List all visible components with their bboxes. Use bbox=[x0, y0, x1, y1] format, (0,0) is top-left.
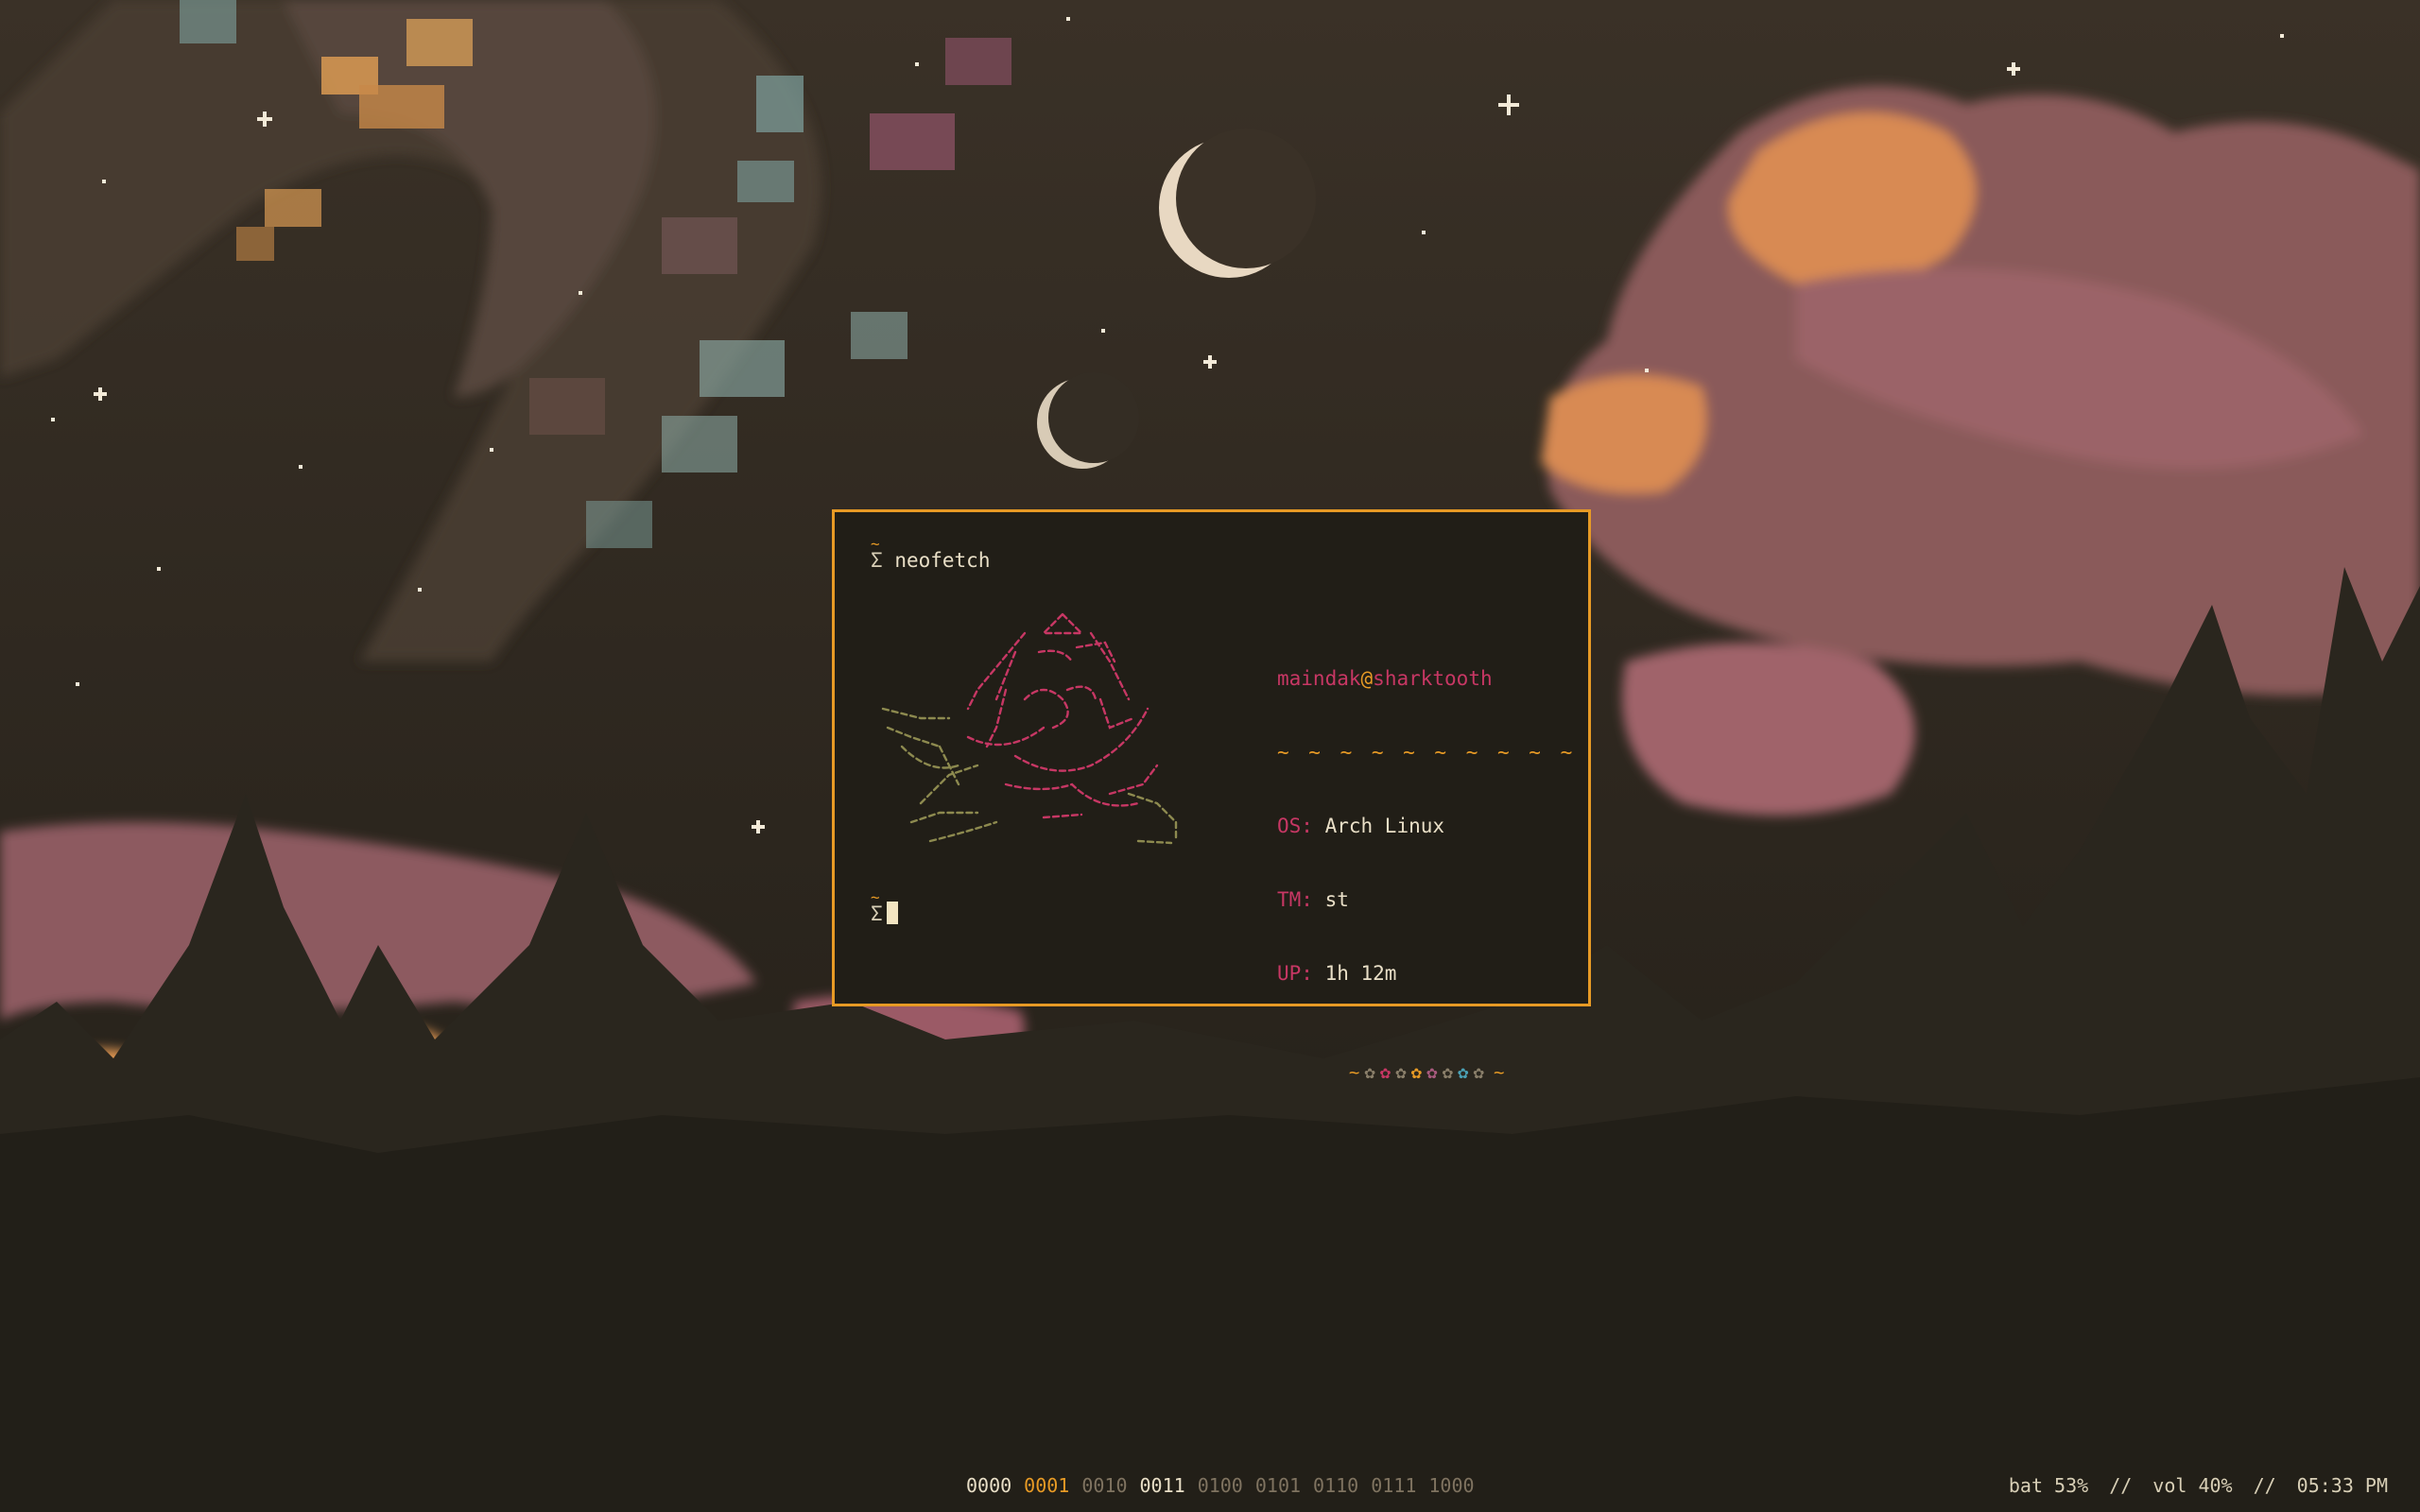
prompt-line[interactable]: Σ bbox=[871, 902, 898, 926]
tm-value: st bbox=[1324, 888, 1349, 911]
command-line: Σ neofetch bbox=[871, 548, 990, 573]
workspace-0011[interactable]: 0011 bbox=[1140, 1474, 1185, 1497]
up-key: UP: bbox=[1277, 962, 1313, 985]
workspace-0111[interactable]: 0111 bbox=[1371, 1474, 1416, 1497]
palette-swatch-8: ✿ bbox=[1473, 1062, 1484, 1083]
status-separator: // bbox=[2253, 1474, 2276, 1497]
os-value: Arch Linux bbox=[1324, 815, 1445, 837]
info-row-os: OS: Arch Linux bbox=[1277, 814, 1576, 838]
workspace-0110[interactable]: 0110 bbox=[1313, 1474, 1358, 1497]
battery-status: bat 53% bbox=[2008, 1474, 2089, 1497]
prompt-symbol: Σ bbox=[871, 549, 883, 572]
rose-petals bbox=[966, 612, 1159, 819]
status-right: bat 53% // vol 40% // 05:33 PM bbox=[2009, 1463, 2388, 1508]
palette-swatch-3: ✿ bbox=[1395, 1062, 1407, 1083]
status-separator: // bbox=[2109, 1474, 2133, 1497]
color-palette: ~ ✿ ✿ ✿ ✿ ✿ ✿ ✿ ✿ ~ bbox=[1277, 1035, 1576, 1109]
workspace-0100[interactable]: 0100 bbox=[1198, 1474, 1243, 1497]
desktop: ~ Σ neofetch ~ Σ maindak@sharktooth ~ ~ … bbox=[0, 0, 2420, 1512]
workspace-0001[interactable]: 0001 bbox=[1024, 1474, 1069, 1497]
username: maindak bbox=[1277, 667, 1361, 690]
palette-swatch-5: ✿ bbox=[1426, 1062, 1438, 1083]
workspace-list: 0000 0001 0010 0011 0100 0101 0110 0111 1000 bbox=[966, 1463, 1487, 1508]
at-sign: @ bbox=[1360, 667, 1374, 690]
palette-swatch-7: ✿ bbox=[1458, 1062, 1469, 1083]
os-key: OS: bbox=[1277, 815, 1313, 837]
tm-key: TM: bbox=[1277, 888, 1313, 911]
status-bar: 0000 0001 0010 0011 0100 0101 0110 0111 1000 bat… bbox=[0, 1463, 2420, 1508]
palette-edge-right: ~ bbox=[1493, 1062, 1505, 1083]
palette-swatch-6: ✿ bbox=[1442, 1062, 1454, 1083]
workspace-1000[interactable]: 1000 bbox=[1428, 1474, 1474, 1497]
prompt-symbol-2: Σ bbox=[871, 902, 883, 925]
info-separator: ~ ~ ~ ~ ~ ~ ~ ~ ~ ~ bbox=[1277, 741, 1577, 764]
palette-swatches: ✿ ✿ ✿ ✿ ✿ ✿ ✿ ✿ bbox=[1364, 1060, 1489, 1085]
ascii-rose-art bbox=[881, 612, 1178, 845]
info-row-up: UP: 1h 12m bbox=[1277, 961, 1576, 986]
hostname: sharktooth bbox=[1373, 667, 1493, 690]
palette-swatch-2: ✿ bbox=[1379, 1062, 1392, 1083]
clock: 05:33 PM bbox=[2296, 1474, 2388, 1497]
volume-status[interactable]: vol 40% bbox=[2152, 1474, 2232, 1497]
palette-swatch-4: ✿ bbox=[1410, 1062, 1423, 1083]
workspace-0000[interactable]: 0000 bbox=[966, 1474, 1011, 1497]
leaves bbox=[881, 707, 1178, 845]
workspace-0010[interactable]: 0010 bbox=[1081, 1474, 1127, 1497]
neofetch-info: maindak@sharktooth ~ ~ ~ ~ ~ ~ ~ ~ ~ ~ O… bbox=[1277, 617, 1576, 1159]
palette-edge-left: ~ bbox=[1348, 1062, 1360, 1083]
up-value: 1h 12m bbox=[1324, 962, 1397, 985]
palette-swatch-1: ✿ bbox=[1364, 1062, 1375, 1083]
command-text: neofetch bbox=[894, 549, 991, 572]
user-host: maindak@sharktooth bbox=[1277, 666, 1576, 691]
info-row-tm: TM: st bbox=[1277, 887, 1576, 912]
workspace-0101[interactable]: 0101 bbox=[1255, 1474, 1301, 1497]
text-cursor bbox=[886, 902, 898, 924]
